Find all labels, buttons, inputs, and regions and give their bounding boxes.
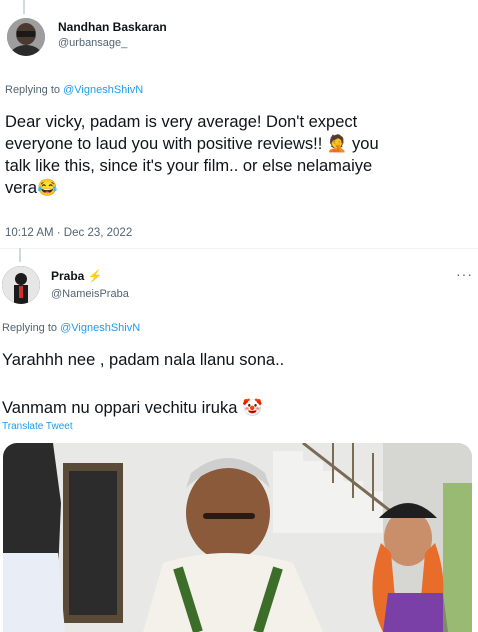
tweet1-line-2-text: everyone to laud you with positive revie… bbox=[5, 135, 323, 153]
tweet1-line-4: vera😂 bbox=[5, 177, 475, 199]
replying-to-link[interactable]: @VigneshShivN bbox=[63, 84, 143, 96]
facepalm-emoji: 🤦 bbox=[326, 135, 348, 153]
avatar-nandhan[interactable] bbox=[7, 18, 45, 56]
tweet2-replying-to: Replying to @VigneshShivN bbox=[2, 322, 140, 334]
tweet1-line-1: Dear vicky, padam is very average! Don't… bbox=[5, 113, 358, 131]
tweet1-author-handle[interactable]: @urbansage_ bbox=[58, 37, 127, 49]
avatar-praba[interactable] bbox=[2, 266, 40, 304]
tweet1-author-name[interactable]: Nandhan Baskaran bbox=[58, 20, 167, 34]
thread-line-mid bbox=[19, 248, 21, 262]
tweet2-line-1: Yarahhh nee , padam nala llanu sona.. bbox=[2, 351, 285, 369]
lightning-emoji: ⚡ bbox=[87, 269, 103, 283]
translate-tweet-link[interactable]: Translate Tweet bbox=[2, 421, 73, 432]
tweet2-author-handle[interactable]: @NameisPraba bbox=[51, 288, 129, 300]
clown-emoji: 🤡 bbox=[242, 399, 263, 417]
tweet1-replying-to: Replying to @VigneshShivN bbox=[5, 84, 143, 96]
replying-prefix: Replying to bbox=[2, 322, 61, 334]
tweet2-media-image[interactable] bbox=[3, 443, 472, 632]
tweet2-line-2-text: Vanmam nu oppari vechitu iruka bbox=[2, 399, 238, 417]
tweet2-line-2: Vanmam nu oppari vechitu iruka 🤡 bbox=[2, 397, 263, 419]
tweet1-timestamp[interactable]: 10:12 AM · Dec 23, 2022 bbox=[5, 227, 132, 239]
more-options-icon[interactable]: ··· bbox=[456, 266, 473, 282]
tweet1-line-4-text: vera bbox=[5, 179, 38, 197]
replying-to-link[interactable]: @VigneshShivN bbox=[60, 322, 140, 334]
tweet1-text: Dear vicky, padam is very average! Don't… bbox=[5, 111, 475, 199]
tweet1-line-3: talk like this, since it's your film.. o… bbox=[5, 157, 373, 175]
replying-prefix: Replying to bbox=[5, 84, 64, 96]
divider bbox=[0, 248, 478, 249]
tweet1-line-2: everyone to laud you with positive revie… bbox=[5, 133, 475, 155]
laughing-emoji: 😂 bbox=[37, 179, 58, 197]
tweet2-author-name[interactable]: Praba ⚡ bbox=[51, 269, 103, 283]
tweet1-line-2-tail: you bbox=[347, 135, 379, 153]
thread-line-top bbox=[23, 0, 25, 14]
tweet2-author-name-text: Praba bbox=[51, 269, 85, 283]
